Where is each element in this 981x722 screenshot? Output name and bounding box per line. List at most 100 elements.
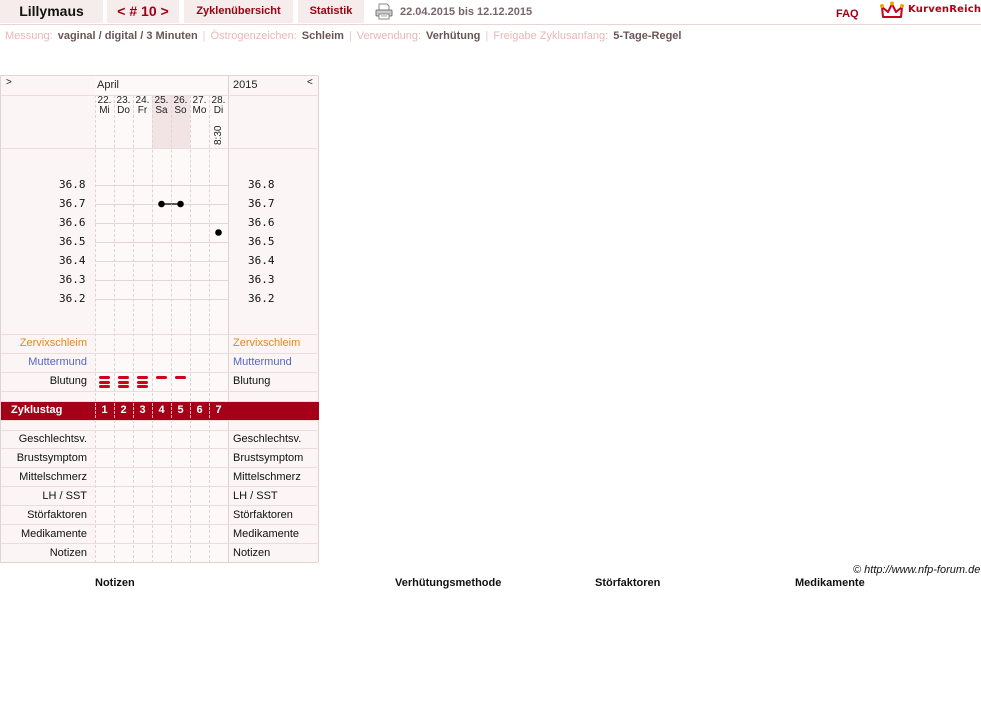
cycle-day-number[interactable]: 4 [152, 401, 171, 420]
logo-text: KurvenReich [908, 4, 981, 15]
temp-point[interactable] [215, 229, 222, 236]
temp-axis-label-right: 36.6 [248, 216, 275, 229]
row-divider [1, 430, 319, 431]
row-divider [1, 353, 319, 354]
symptom-row-label: Brustsymptom [16, 452, 87, 464]
day-header-label[interactable]: 28. Di [209, 96, 228, 116]
day-header-label[interactable]: 22. Mi [95, 96, 114, 116]
symptom-row-label-right: LH / SST [233, 490, 278, 502]
symptom-row-label: Störfaktoren [27, 509, 87, 521]
row-divider [1, 372, 319, 373]
temp-point[interactable] [177, 200, 184, 208]
day-header-label[interactable]: 27. Mo [190, 96, 209, 116]
bleeding-mark[interactable] [118, 380, 129, 384]
bleeding-mark[interactable] [118, 385, 129, 389]
row-divider [1, 467, 319, 468]
top-bar: Lillymaus < # 10 > Zyklenübersicht Stati… [0, 0, 981, 25]
cycle-day-divider [133, 403, 134, 418]
row-divider [1, 543, 319, 544]
day-column-divider [171, 95, 172, 401]
cycle-day-number[interactable]: 3 [133, 401, 152, 420]
temp-point[interactable] [158, 200, 165, 208]
cycle-day-number[interactable]: 2 [114, 401, 133, 420]
symptom-row-label-right: Medikamente [233, 528, 300, 540]
bleeding-mark[interactable] [137, 385, 148, 389]
symptom-row-label-right: Brustsymptom [233, 452, 304, 464]
cycle-navigator[interactable]: < # 10 > [107, 0, 179, 23]
day-column-divider [152, 420, 153, 563]
symptom-row-label: LH / SST [42, 490, 87, 502]
day-weekday: Mi [99, 105, 110, 116]
bleeding-mark[interactable] [137, 376, 148, 380]
bleeding-mark[interactable] [156, 376, 167, 379]
day-column-divider [114, 95, 115, 401]
row-label-bleeding: Blutung [49, 375, 87, 387]
kurvenreich-logo[interactable]: KurvenReich [880, 1, 981, 21]
row-label-cervix-right: Muttermund [233, 356, 292, 368]
footer-header: Medikamente [795, 577, 865, 589]
bleeding-mark[interactable] [175, 376, 186, 379]
row-label-cervix: Muttermund [28, 356, 87, 368]
row-label-mucus: Zervixschleim [19, 337, 87, 349]
row-divider [1, 391, 319, 392]
cycle-day-divider [190, 403, 191, 418]
row-divider [1, 334, 319, 335]
row-divider [1, 524, 319, 525]
user-name-tab[interactable]: Lillymaus [0, 0, 103, 23]
temp-axis-label: 36.4 [59, 254, 86, 267]
printer-icon[interactable] [375, 3, 393, 20]
bleeding-mark[interactable] [99, 385, 110, 389]
next-cycle-arrow[interactable]: < [307, 77, 313, 88]
day-weekday: Mo [192, 105, 207, 116]
measurement-value: vaginal / digital / 3 Minuten [57, 30, 198, 42]
symptom-row-label: Geschlechtsv. [18, 433, 87, 445]
temp-axis-label: 36.8 [59, 178, 86, 191]
footer-header: Störfaktoren [595, 577, 661, 589]
usage-label: Verwendung: [356, 30, 422, 42]
bleeding-mark[interactable] [137, 380, 148, 384]
row-divider [1, 401, 319, 402]
cycle-day-divider [209, 403, 210, 418]
day-header-label[interactable]: 24. Fr [133, 96, 152, 116]
cycle-day-number[interactable]: 1 [95, 401, 114, 420]
copyright-text: © http://www.nfp-forum.de [853, 564, 981, 576]
symptom-row-label-right: Notizen [233, 547, 271, 559]
bleeding-mark[interactable] [99, 376, 110, 380]
tab-cycle-overview[interactable]: Zyklenübersicht [184, 0, 293, 23]
day-column-divider [171, 420, 172, 563]
symptom-row-label-right: Störfaktoren [233, 509, 293, 521]
day-column-divider [190, 420, 191, 563]
date-range: 22.04.2015 bis 12.12.2015 [400, 6, 533, 18]
day-column-divider [133, 95, 134, 401]
day-header-label[interactable]: 26. So [171, 96, 190, 116]
bleeding-mark[interactable] [99, 380, 110, 384]
day-weekday: So [174, 105, 187, 116]
day-header-label[interactable]: 23. Do [114, 96, 133, 116]
footer-header: Notizen [95, 577, 135, 589]
cycle-chart: > April 2015 < 22. Mi 23. Do 24. Fr 25. Sa 26. So… [0, 75, 319, 563]
day-column-divider [133, 420, 134, 563]
symptom-row-label: Notizen [49, 547, 87, 559]
crown-icon [880, 1, 904, 18]
symptom-row-label: Mittelschmerz [19, 471, 87, 483]
cycle-day-number[interactable]: 5 [171, 401, 190, 420]
faq-link[interactable]: FAQ [836, 2, 859, 26]
day-weekday: Do [117, 105, 130, 116]
day-header-label[interactable]: 25. Sa [152, 96, 171, 116]
temp-axis-label: 36.2 [59, 292, 86, 305]
row-label-bleeding-right: Blutung [233, 375, 271, 387]
symptom-row-label: Medikamente [20, 528, 87, 540]
row-divider [1, 486, 319, 487]
row-divider [1, 448, 319, 449]
cycle-day-number[interactable]: 7 [209, 401, 228, 420]
cycle-day-divider [171, 403, 172, 418]
measurement-time-text: 8:30 [213, 125, 224, 145]
day-column-divider [228, 420, 229, 563]
separator: | [348, 30, 352, 42]
cycle-day-number[interactable]: 6 [190, 401, 209, 420]
tab-statistics[interactable]: Statistik [298, 0, 364, 23]
temp-axis-label: 36.6 [59, 216, 86, 229]
row-divider [1, 148, 319, 149]
bleeding-mark[interactable] [118, 376, 129, 380]
prev-cycle-arrow[interactable]: > [6, 77, 12, 88]
